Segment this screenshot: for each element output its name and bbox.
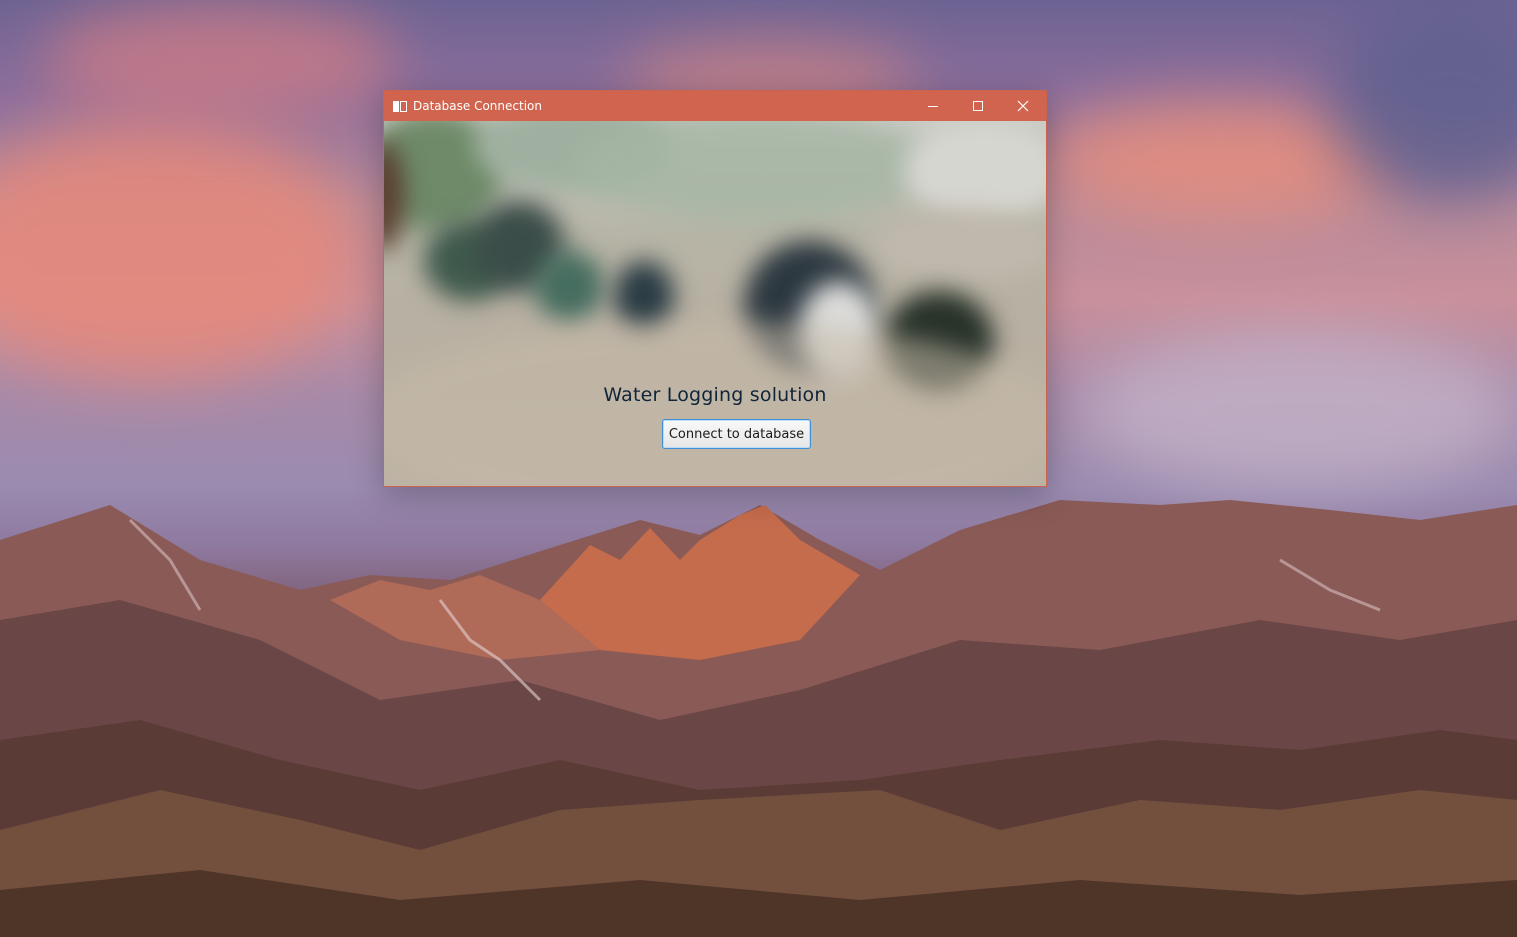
database-connection-window: Database Connection Water Logging soluti… [383,90,1047,487]
minimize-icon [928,106,938,107]
minimize-button[interactable] [910,91,956,121]
maximize-icon [973,101,983,111]
content-area: Water Logging solution Connect to databa… [384,121,1046,486]
window-title: Database Connection [413,99,542,113]
close-button[interactable] [1000,91,1046,121]
app-heading: Water Logging solution [603,384,827,406]
connect-to-database-button[interactable]: Connect to database [662,419,811,449]
maximize-button[interactable] [955,91,1001,121]
app-window-icon [393,100,407,112]
close-icon [1017,100,1029,112]
title-bar[interactable]: Database Connection [384,91,1046,121]
